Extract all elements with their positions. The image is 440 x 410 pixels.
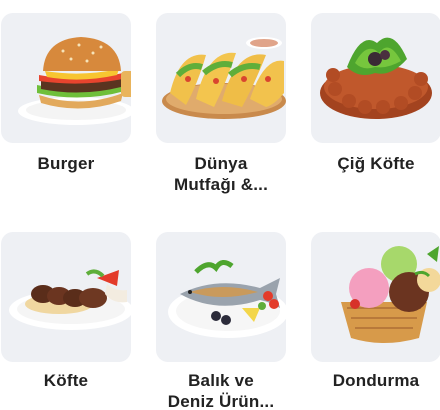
category-grid: Burger Dünya Mutfağı &... Çiğ Köfte Köft… [0,0,440,410]
category-label: Burger [37,154,95,173]
cig-kofte-image [320,37,432,119]
category-dunya-mutfagi[interactable]: Dünya Mutfağı &... [156,13,286,195]
category-tile[interactable] [311,232,440,362]
kofte-plate-image [9,269,131,330]
category-kofte[interactable]: Köfte [1,232,131,391]
category-label: Köfte [43,371,89,390]
category-label: Dondurma [332,371,420,390]
category-balik[interactable]: Balık ve Deniz Ürün... [156,232,286,410]
category-label: Çiğ Köfte [337,154,415,173]
category-tile[interactable] [1,13,131,143]
burger-image [18,37,131,125]
ice-cream-image [341,246,440,343]
category-dondurma[interactable]: Dondurma [311,232,440,391]
category-cig-kofte[interactable]: Çiğ Köfte [311,13,440,174]
tacos-image [162,37,286,119]
category-burger[interactable]: Burger [1,13,131,174]
category-label: Balık ve Deniz Ürün... [167,371,275,410]
category-tile[interactable] [311,13,440,143]
category-label: Dünya Mutfağı &... [174,154,268,194]
category-tile[interactable] [156,232,286,362]
category-tile[interactable] [156,13,286,143]
fish-plate-image [168,260,286,338]
category-tile[interactable] [1,232,131,362]
